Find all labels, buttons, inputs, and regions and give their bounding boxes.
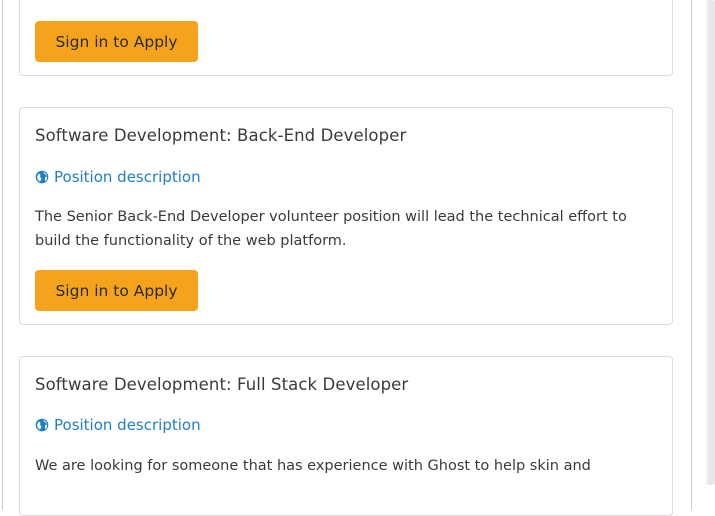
scrollbar-thumb[interactable] [708, 0, 715, 485]
globe-icon [35, 170, 49, 184]
sign-in-to-apply-button[interactable]: Sign in to Apply [35, 21, 198, 62]
job-card: Software Development: Back-End Developer… [19, 107, 673, 325]
job-title: Software Development: Full Stack Develop… [35, 375, 409, 394]
job-card: Sign in to Apply [19, 0, 673, 76]
sign-in-to-apply-button[interactable]: Sign in to Apply [35, 270, 198, 311]
position-description-link[interactable]: Position description [35, 416, 201, 434]
job-card: Software Development: Full Stack Develop… [19, 356, 673, 516]
position-description-label: Position description [54, 416, 201, 434]
globe-icon [35, 418, 49, 432]
job-description: The Senior Back-End Developer volunteer … [35, 209, 627, 249]
job-title: Software Development: Back-End Developer [35, 126, 407, 145]
job-description: We are looking for someone that has expe… [35, 458, 591, 474]
position-description-label: Position description [54, 168, 201, 186]
position-description-link[interactable]: Position description [35, 168, 201, 186]
